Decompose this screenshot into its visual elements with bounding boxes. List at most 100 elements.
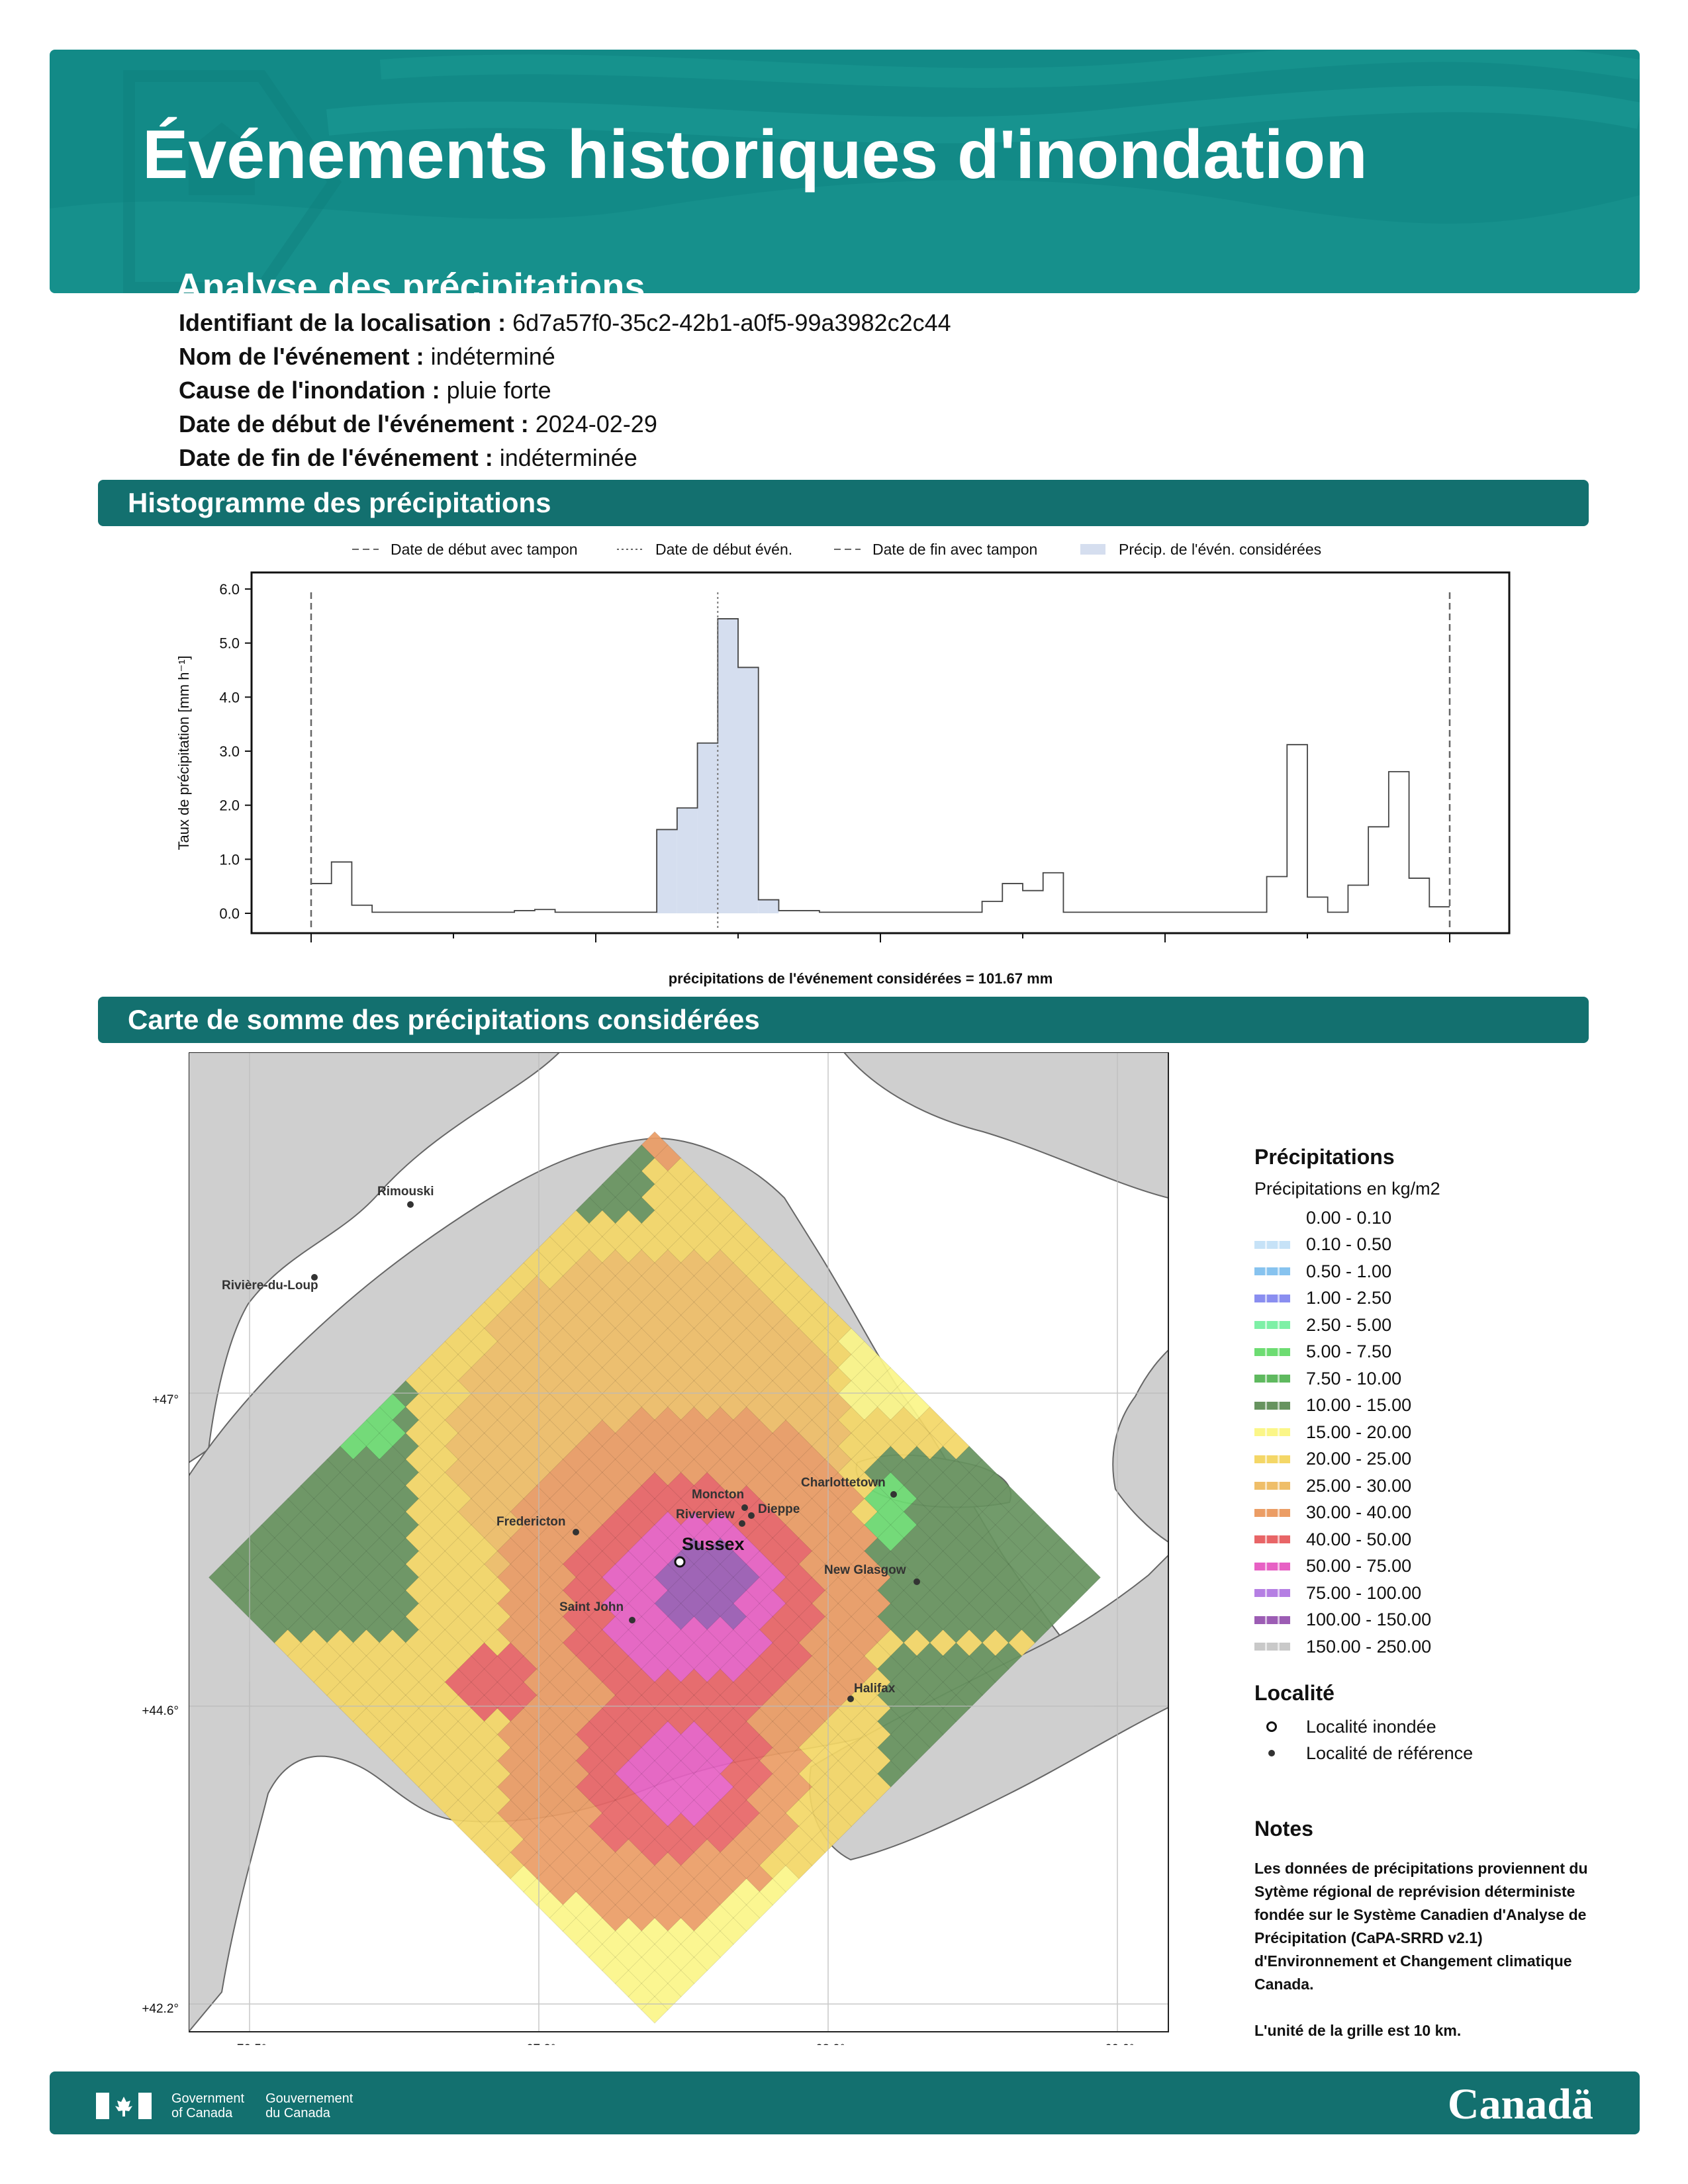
end-date-row: Date de fin de l'événement : indéterminé… (179, 441, 951, 475)
legend-label: 150.00 - 250.00 (1306, 1636, 1432, 1657)
histogram-section-title: Histogramme des précipitations (98, 480, 1589, 526)
start-date-value: 2024-02-29 (535, 410, 657, 437)
cause-row: Cause de l'inondation : pluie forte (179, 373, 951, 407)
legend-item: 25.00 - 30.00 (1254, 1473, 1440, 1500)
legend-entry: Date de fin avec tampon (872, 541, 1037, 558)
lat-tick-label: +47° (152, 1393, 179, 1407)
legend-label: 15.00 - 20.00 (1306, 1422, 1412, 1442)
lon-tick-label: -67.2° (522, 2042, 556, 2045)
place-dot (407, 1201, 414, 1208)
place-dot (914, 1578, 920, 1585)
legend-label: 0.10 - 0.50 (1306, 1234, 1392, 1255)
legend-item: 1.00 - 2.50 (1254, 1285, 1440, 1312)
y-tick-label: 4.0 (219, 689, 240, 705)
locality-reference-label: Localité de référence (1306, 1743, 1474, 1763)
locality-flooded: Localité inondée (1254, 1713, 1473, 1740)
legend-label: 0.00 - 0.10 (1306, 1207, 1392, 1228)
legend-items: 0.00 - 0.10 0.10 - 0.50 0.50 - 1.00 1.00 - … (1254, 1205, 1440, 1661)
y-tick-label: 3.0 (219, 743, 240, 760)
location-id-value: 6d7a57f0-35c2-42b1-a0f5-99a3982c2c44 (512, 309, 951, 336)
event-bar (657, 829, 677, 913)
header-banner: Événements historiques d'inondation Anal… (50, 50, 1640, 293)
y-tick-label: 2.0 (219, 797, 240, 814)
legend-swatch (1254, 1240, 1290, 1249)
legend-item: 50.00 - 75.00 (1254, 1553, 1440, 1580)
place-label: Riverview (676, 1508, 735, 1522)
place-label: Moncton (692, 1488, 744, 1502)
place-label: Dieppe (758, 1502, 800, 1516)
cause-value: pluie forte (446, 377, 551, 404)
flooded-marker (674, 1556, 686, 1568)
y-tick-label: 6.0 (219, 581, 240, 598)
location-id-label: Identifiant de la localisation : (179, 309, 506, 336)
y-tick-label: 5.0 (219, 635, 240, 652)
legend-entry: Date de début évén. (655, 541, 792, 558)
gov-en-1: Government (171, 2091, 245, 2106)
legend-swatch (1254, 1214, 1290, 1222)
gov-signature: Government of Canada Gouvernement du Canad… (96, 2091, 374, 2120)
notes-title: Notes (1254, 1817, 1313, 1841)
lon-tick-label: -60.6° (1101, 2042, 1135, 2045)
start-date-label: Date de début de l'événement : (179, 410, 529, 437)
legend-item: 7.50 - 10.00 (1254, 1365, 1440, 1392)
map-section-title: Carte de somme des précipitations consid… (98, 997, 1589, 1043)
legend-label: 100.00 - 150.00 (1306, 1610, 1432, 1630)
locality-reference: Localité de référence (1254, 1740, 1473, 1766)
legend-swatch (1254, 1347, 1290, 1356)
locality-flooded-label: Localité inondée (1306, 1716, 1436, 1737)
event-bar (718, 618, 738, 913)
legend-swatch (1254, 1643, 1290, 1651)
place-label: Halifax (854, 1682, 896, 1696)
legend-item: 10.00 - 15.00 (1254, 1392, 1440, 1420)
legend-swatch (1254, 1535, 1290, 1544)
legend-entry: Précip. de l'évén. considérées (1119, 541, 1321, 558)
legend-swatch (1254, 1482, 1290, 1490)
cause-label: Cause de l'inondation : (179, 377, 440, 404)
canada-wordmark: Canadä (1447, 2080, 1593, 2128)
legend-swatch (1254, 1615, 1290, 1624)
map-tick-labels: -70.5° -67.2° -63.9° -60.6° (233, 2042, 1135, 2045)
legend-item: 20.00 - 25.00 (1254, 1446, 1440, 1473)
legend-item: 5.00 - 7.50 (1254, 1339, 1440, 1366)
event-info: Identifiant de la localisation : 6d7a57f… (179, 306, 951, 475)
place-label: Charlottetown (801, 1476, 886, 1490)
legend-item: 0.10 - 0.50 (1254, 1232, 1440, 1259)
legend-label: 50.00 - 75.00 (1306, 1556, 1412, 1576)
gov-en-2: of Canada (171, 2106, 233, 2120)
legend-label: 2.50 - 5.00 (1306, 1314, 1392, 1335)
legend-item: 100.00 - 150.00 (1254, 1607, 1440, 1634)
location-id-row: Identifiant de la localisation : 6d7a57f… (179, 306, 951, 340)
reference-marker-icon (1268, 1750, 1275, 1756)
place-label: Rimouski (377, 1185, 434, 1199)
place-dot (573, 1529, 579, 1535)
place-dot (890, 1491, 897, 1498)
place-dot (748, 1512, 755, 1519)
notes-text: Les données de précipitations proviennen… (1254, 1860, 1588, 1993)
end-date-label: Date de fin de l'événement : (179, 444, 493, 471)
place-dot (847, 1696, 854, 1702)
legend-label: 40.00 - 50.00 (1306, 1529, 1412, 1549)
flooded-marker-icon (1266, 1721, 1277, 1732)
place-label: New Glasgow (824, 1563, 906, 1577)
legend-swatch (1254, 1321, 1290, 1330)
legend-swatch (1254, 1455, 1290, 1463)
event-bar (738, 667, 759, 913)
legend-swatch (1254, 1428, 1290, 1437)
notes-grid: L'unité de la grille est 10 km. (1254, 2022, 1462, 2039)
place-label: Rivière-du-Loup (222, 1279, 318, 1293)
legend-label: 5.00 - 7.50 (1306, 1342, 1392, 1362)
legend-label: 75.00 - 100.00 (1306, 1582, 1422, 1603)
legend-item: 30.00 - 40.00 (1254, 1500, 1440, 1527)
legend-item: 150.00 - 250.00 (1254, 1633, 1440, 1661)
event-bar (697, 743, 718, 913)
legend-item: 40.00 - 50.00 (1254, 1526, 1440, 1553)
legend-swatch (1254, 1589, 1290, 1598)
legend-label: 20.00 - 25.00 (1306, 1449, 1412, 1469)
legend-swatch (1254, 1401, 1290, 1410)
legend-swatch (1254, 1267, 1290, 1276)
legend-swatch (1254, 1375, 1290, 1383)
locality-title: Localité (1254, 1681, 1335, 1705)
y-axis-label: Taux de précipitation [mm h⁻¹] (175, 655, 192, 850)
legend-item: 0.50 - 1.00 (1254, 1258, 1440, 1285)
event-name-value: indéterminé (430, 343, 555, 370)
